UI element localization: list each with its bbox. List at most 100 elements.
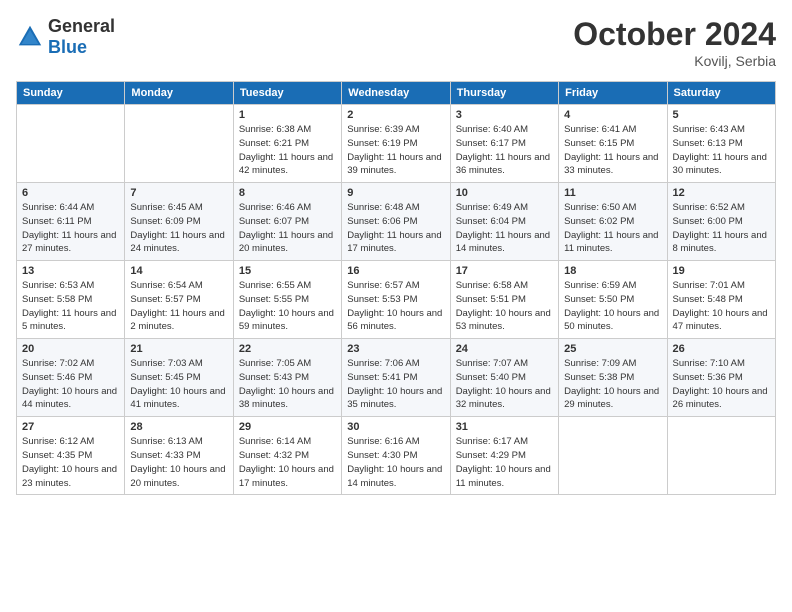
day-number: 25: [564, 343, 661, 355]
day-number: 10: [456, 187, 553, 199]
day-info: Sunrise: 6:59 AM Sunset: 5:50 PM Dayligh…: [564, 279, 661, 334]
day-number: 3: [456, 109, 553, 121]
day-info: Sunrise: 6:13 AM Sunset: 4:33 PM Dayligh…: [130, 435, 227, 490]
calendar-week-row: 27Sunrise: 6:12 AM Sunset: 4:35 PM Dayli…: [17, 417, 776, 495]
day-info: Sunrise: 7:06 AM Sunset: 5:41 PM Dayligh…: [347, 357, 444, 412]
calendar-cell: 16Sunrise: 6:57 AM Sunset: 5:53 PM Dayli…: [342, 261, 450, 339]
calendar-cell: 2 Sunrise: 6:39 AM Sunset: 6:19 PM Daylig…: [342, 105, 450, 183]
day-info: Sunrise: 7:09 AM Sunset: 5:38 PM Dayligh…: [564, 357, 661, 412]
day-number: 20: [22, 343, 119, 355]
calendar-cell: 25 Sunrise: 7:09 AM Sunset: 5:38 PM Dayli…: [559, 339, 667, 417]
calendar-cell: 29 Sunrise: 6:14 AM Sunset: 4:32 PM Dayli…: [233, 417, 341, 495]
day-info: Sunrise: 6:16 AM Sunset: 4:30 PM Dayligh…: [347, 435, 444, 490]
day-info: Sunrise: 7:02 AM Sunset: 5:46 PM Dayligh…: [22, 357, 119, 412]
calendar-table: SundayMondayTuesdayWednesdayThursdayFrid…: [16, 81, 776, 495]
calendar-cell: [17, 105, 125, 183]
day-info: Sunrise: 7:03 AM Sunset: 5:45 PM Dayligh…: [130, 357, 227, 412]
day-info: Sunrise: 6:39 AM Sunset: 6:19 PM Dayligh…: [347, 123, 444, 178]
day-info: Sunrise: 6:49 AM Sunset: 6:04 PM Dayligh…: [456, 201, 553, 256]
calendar-cell: 11 Sunrise: 6:50 AM Sunset: 6:02 PM Dayli…: [559, 183, 667, 261]
day-number: 14: [130, 265, 227, 277]
weekday-header: Saturday: [667, 82, 775, 105]
day-info: Sunrise: 7:10 AM Sunset: 5:36 PM Dayligh…: [673, 357, 770, 412]
calendar-cell: 20 Sunrise: 7:02 AM Sunset: 5:46 PM Dayli…: [17, 339, 125, 417]
day-number: 24: [456, 343, 553, 355]
calendar-cell: 10 Sunrise: 6:49 AM Sunset: 6:04 PM Dayli…: [450, 183, 558, 261]
day-number: 19: [673, 265, 770, 277]
day-info: Sunrise: 6:50 AM Sunset: 6:02 PM Dayligh…: [564, 201, 661, 256]
calendar-cell: 31 Sunrise: 6:17 AM Sunset: 4:29 PM Dayli…: [450, 417, 558, 495]
day-info: Sunrise: 6:40 AM Sunset: 6:17 PM Dayligh…: [456, 123, 553, 178]
day-number: 1: [239, 109, 336, 121]
calendar-cell: [667, 417, 775, 495]
calendar-cell: 28 Sunrise: 6:13 AM Sunset: 4:33 PM Dayli…: [125, 417, 233, 495]
day-info: Sunrise: 7:05 AM Sunset: 5:43 PM Dayligh…: [239, 357, 336, 412]
day-number: 28: [130, 421, 227, 433]
day-info: Sunrise: 7:07 AM Sunset: 5:40 PM Dayligh…: [456, 357, 553, 412]
calendar-cell: 4 Sunrise: 6:41 AM Sunset: 6:15 PM Daylig…: [559, 105, 667, 183]
calendar-cell: 19Sunrise: 7:01 AM Sunset: 5:48 PM Dayli…: [667, 261, 775, 339]
logo-blue: Blue: [48, 37, 87, 57]
weekday-header: Friday: [559, 82, 667, 105]
day-info: Sunrise: 6:45 AM Sunset: 6:09 PM Dayligh…: [130, 201, 227, 256]
day-number: 29: [239, 421, 336, 433]
day-number: 12: [673, 187, 770, 199]
day-number: 31: [456, 421, 553, 433]
calendar-week-row: 6 Sunrise: 6:44 AM Sunset: 6:11 PM Daylig…: [17, 183, 776, 261]
day-number: 4: [564, 109, 661, 121]
day-info: Sunrise: 6:43 AM Sunset: 6:13 PM Dayligh…: [673, 123, 770, 178]
calendar-cell: [125, 105, 233, 183]
day-number: 15: [239, 265, 336, 277]
day-number: 23: [347, 343, 444, 355]
calendar-week-row: 20 Sunrise: 7:02 AM Sunset: 5:46 PM Dayli…: [17, 339, 776, 417]
day-info: Sunrise: 6:53 AM Sunset: 5:58 PM Dayligh…: [22, 279, 119, 334]
calendar-cell: 12Sunrise: 6:52 AM Sunset: 6:00 PM Dayli…: [667, 183, 775, 261]
day-info: Sunrise: 6:44 AM Sunset: 6:11 PM Dayligh…: [22, 201, 119, 256]
day-number: 9: [347, 187, 444, 199]
calendar-cell: 8Sunrise: 6:46 AM Sunset: 6:07 PM Daylig…: [233, 183, 341, 261]
calendar-cell: 3 Sunrise: 6:40 AM Sunset: 6:17 PM Daylig…: [450, 105, 558, 183]
day-info: Sunrise: 6:54 AM Sunset: 5:57 PM Dayligh…: [130, 279, 227, 334]
calendar-cell: 21Sunrise: 7:03 AM Sunset: 5:45 PM Dayli…: [125, 339, 233, 417]
day-info: Sunrise: 6:58 AM Sunset: 5:51 PM Dayligh…: [456, 279, 553, 334]
calendar-cell: 7 Sunrise: 6:45 AM Sunset: 6:09 PM Daylig…: [125, 183, 233, 261]
day-info: Sunrise: 6:46 AM Sunset: 6:07 PM Dayligh…: [239, 201, 336, 256]
logo-icon: [16, 23, 44, 51]
calendar-cell: 24 Sunrise: 7:07 AM Sunset: 5:40 PM Dayli…: [450, 339, 558, 417]
day-number: 30: [347, 421, 444, 433]
day-info: Sunrise: 6:48 AM Sunset: 6:06 PM Dayligh…: [347, 201, 444, 256]
weekday-header: Tuesday: [233, 82, 341, 105]
calendar-cell: 17 Sunrise: 6:58 AM Sunset: 5:51 PM Dayli…: [450, 261, 558, 339]
day-number: 26: [673, 343, 770, 355]
weekday-header: Thursday: [450, 82, 558, 105]
weekday-header: Sunday: [17, 82, 125, 105]
calendar-cell: 1 Sunrise: 6:38 AM Sunset: 6:21 PM Daylig…: [233, 105, 341, 183]
day-number: 7: [130, 187, 227, 199]
calendar-cell: 26 Sunrise: 7:10 AM Sunset: 5:36 PM Dayli…: [667, 339, 775, 417]
day-info: Sunrise: 6:57 AM Sunset: 5:53 PM Dayligh…: [347, 279, 444, 334]
location: Kovilj, Serbia: [573, 53, 776, 69]
day-number: 6: [22, 187, 119, 199]
logo-general: General: [48, 16, 115, 36]
calendar-cell: 5Sunrise: 6:43 AM Sunset: 6:13 PM Daylig…: [667, 105, 775, 183]
day-number: 13: [22, 265, 119, 277]
calendar-week-row: 1 Sunrise: 6:38 AM Sunset: 6:21 PM Daylig…: [17, 105, 776, 183]
page-header: General Blue October 2024 Kovilj, Serbia: [16, 16, 776, 69]
calendar-cell: 6 Sunrise: 6:44 AM Sunset: 6:11 PM Daylig…: [17, 183, 125, 261]
day-number: 18: [564, 265, 661, 277]
calendar-cell: 9 Sunrise: 6:48 AM Sunset: 6:06 PM Daylig…: [342, 183, 450, 261]
weekday-header: Monday: [125, 82, 233, 105]
calendar-cell: 18 Sunrise: 6:59 AM Sunset: 5:50 PM Dayli…: [559, 261, 667, 339]
weekday-header-row: SundayMondayTuesdayWednesdayThursdayFrid…: [17, 82, 776, 105]
day-number: 2: [347, 109, 444, 121]
title-block: October 2024 Kovilj, Serbia: [573, 16, 776, 69]
calendar-cell: 15 Sunrise: 6:55 AM Sunset: 5:55 PM Dayli…: [233, 261, 341, 339]
day-info: Sunrise: 6:14 AM Sunset: 4:32 PM Dayligh…: [239, 435, 336, 490]
day-info: Sunrise: 6:41 AM Sunset: 6:15 PM Dayligh…: [564, 123, 661, 178]
day-number: 11: [564, 187, 661, 199]
day-info: Sunrise: 6:55 AM Sunset: 5:55 PM Dayligh…: [239, 279, 336, 334]
day-info: Sunrise: 6:17 AM Sunset: 4:29 PM Dayligh…: [456, 435, 553, 490]
calendar-cell: 14 Sunrise: 6:54 AM Sunset: 5:57 PM Dayli…: [125, 261, 233, 339]
day-number: 17: [456, 265, 553, 277]
day-info: Sunrise: 6:38 AM Sunset: 6:21 PM Dayligh…: [239, 123, 336, 178]
